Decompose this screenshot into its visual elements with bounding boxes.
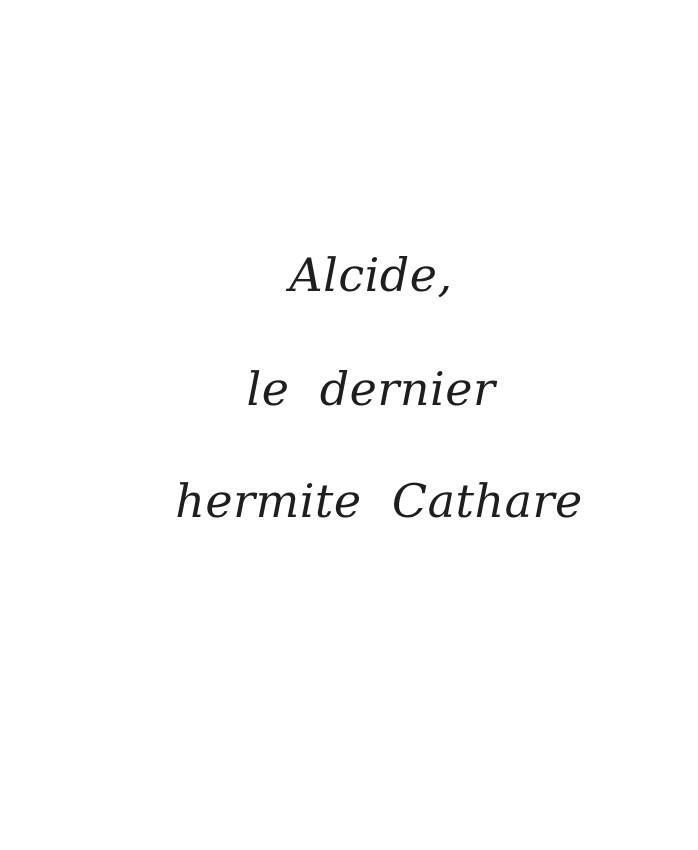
title-line-1: Alcide,: [289, 248, 453, 302]
title-page: Alcide, le dernier hermite Cathare: [0, 0, 698, 850]
title-line-2: le dernier: [246, 362, 496, 416]
title-line-3: hermite Cathare: [175, 474, 583, 528]
